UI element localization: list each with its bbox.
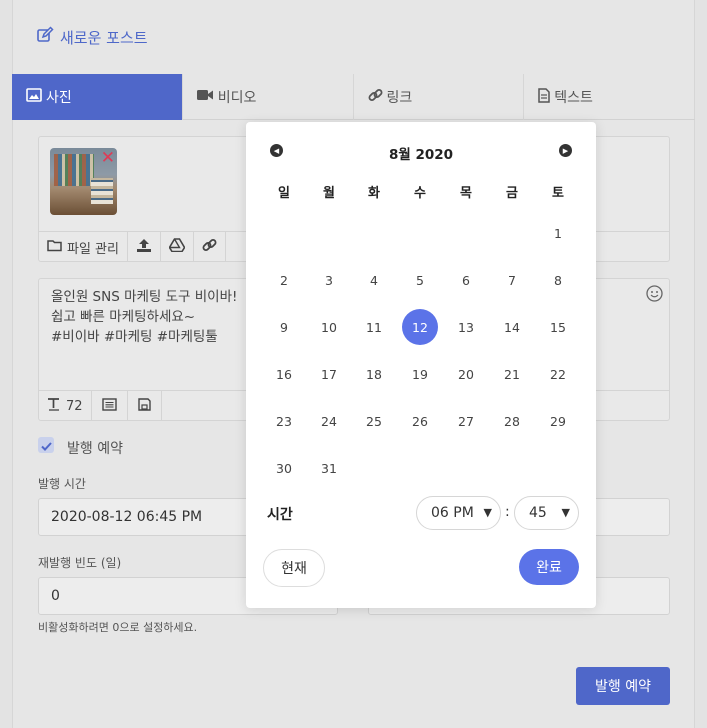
calendar-day[interactable]: 23 <box>266 403 302 439</box>
save-caption-button[interactable] <box>128 391 162 421</box>
chevron-right-icon: ▶ <box>562 146 569 155</box>
tab-label: 사진 <box>46 90 72 106</box>
save-icon <box>137 397 151 415</box>
emoji-icon[interactable] <box>646 285 663 306</box>
weekday-header: 금 <box>506 186 518 201</box>
calendar-day[interactable]: 25 <box>356 403 392 439</box>
time-separator: : <box>505 504 510 520</box>
chevron-down-icon: ▼ <box>483 506 492 519</box>
image-icon <box>26 88 42 106</box>
done-button[interactable]: 완료 <box>519 549 579 585</box>
weekday-header: 화 <box>368 186 380 201</box>
link-icon <box>202 238 217 257</box>
link-icon <box>368 88 383 107</box>
edit-icon <box>36 26 54 48</box>
calendar-day[interactable]: 2 <box>266 262 302 298</box>
tab-video[interactable]: 비디오 <box>183 74 354 120</box>
caption-list-button[interactable] <box>92 391 128 421</box>
weekday-header: 일 <box>278 186 290 201</box>
next-month-button[interactable]: ▶ <box>559 144 572 157</box>
calendar-day[interactable]: 28 <box>494 403 530 439</box>
calendar-day[interactable]: 26 <box>402 403 438 439</box>
folder-icon <box>47 239 63 256</box>
calendar-day[interactable]: 22 <box>540 356 576 392</box>
calendar-day[interactable]: 7 <box>494 262 530 298</box>
thumbnail-books <box>91 178 113 204</box>
time-label: 시간 <box>267 507 293 523</box>
now-button[interactable]: 현재 <box>263 549 325 587</box>
tab-link[interactable]: 링크 <box>354 74 525 120</box>
schedule-checkbox-label: 발행 예약 <box>67 441 123 457</box>
calendar-day[interactable]: 27 <box>448 403 484 439</box>
tab-label: 텍스트 <box>554 90 593 106</box>
calendar-day-selected[interactable]: 12 <box>402 309 438 345</box>
character-count: 72 <box>39 391 92 421</box>
schedule-publish-button[interactable]: 발행 예약 <box>576 667 670 705</box>
calendar-day[interactable]: 1 <box>540 215 576 251</box>
repeat-hint: 비활성화하려면 0으로 설정하세요. <box>38 621 198 634</box>
calendar-day[interactable]: 8 <box>540 262 576 298</box>
minute-select[interactable]: 45 ▼ <box>514 496 579 530</box>
hour-value: 06 PM <box>431 505 474 521</box>
upload-icon <box>136 238 152 257</box>
calendar-day[interactable]: 24 <box>311 403 347 439</box>
thumbnail-shelf <box>54 154 94 186</box>
video-icon <box>196 89 214 105</box>
tab-text[interactable]: 텍스트 <box>524 74 695 120</box>
check-icon <box>40 436 52 455</box>
minute-value: 45 <box>529 505 547 521</box>
delete-icon[interactable]: ✕ <box>101 148 115 168</box>
google-drive-icon <box>168 238 186 256</box>
file-manager-label: 파일 관리 <box>67 241 119 257</box>
post-type-tabs: 사진 비디오 링크 텍스트 <box>12 74 695 120</box>
calendar-day[interactable]: 6 <box>448 262 484 298</box>
caption-input[interactable]: 올인원 SNS 마케팅 도구 비이바! 쉽고 빠른 마케팅하세요~ #비이바 #… <box>51 287 237 347</box>
calendar-day[interactable]: 10 <box>311 309 347 345</box>
weekday-header: 월 <box>323 186 335 201</box>
calendar-day[interactable]: 15 <box>540 309 576 345</box>
repeat-frequency-label: 재발행 빈도 (일) <box>38 556 122 570</box>
calendar-day[interactable]: 3 <box>311 262 347 298</box>
new-post-label: 새로운 포스트 <box>60 28 148 47</box>
chevron-down-icon: ▼ <box>561 506 570 519</box>
calendar-day[interactable]: 4 <box>356 262 392 298</box>
calendar-day[interactable]: 5 <box>402 262 438 298</box>
google-drive-button[interactable] <box>161 232 194 262</box>
calendar-day[interactable]: 29 <box>540 403 576 439</box>
calendar-day[interactable]: 21 <box>494 356 530 392</box>
calendar-day[interactable]: 13 <box>448 309 484 345</box>
photo-thumbnail[interactable]: ✕ <box>50 148 117 215</box>
list-icon <box>101 397 117 415</box>
tab-label: 링크 <box>386 90 413 106</box>
calendar-day[interactable]: 30 <box>266 450 302 486</box>
file-manager-button[interactable]: 파일 관리 <box>39 232 128 262</box>
weekday-header: 수 <box>414 186 426 201</box>
calendar-day[interactable]: 11 <box>356 309 392 345</box>
character-count-value: 72 <box>66 398 83 414</box>
calendar-day[interactable]: 31 <box>311 450 347 486</box>
document-icon <box>538 87 550 107</box>
calendar-day[interactable]: 20 <box>448 356 484 392</box>
date-picker-popup: ◀ 8월 2020 ▶ 일월화수목금토 1 2 3 4 5 6 7 8 9 10 11 12 13 14 1… <box>246 122 596 608</box>
month-title: 8월 2020 <box>388 147 454 163</box>
tab-photo[interactable]: 사진 <box>12 74 183 120</box>
calendar-day[interactable]: 16 <box>266 356 302 392</box>
calendar-day[interactable]: 18 <box>356 356 392 392</box>
upload-button[interactable] <box>128 232 161 262</box>
weekday-header: 토 <box>552 186 564 201</box>
new-post-heading[interactable]: 새로운 포스트 <box>36 26 148 48</box>
tab-label: 비디오 <box>217 90 257 106</box>
hour-select[interactable]: 06 PM ▼ <box>416 496 501 530</box>
calendar-day[interactable]: 17 <box>311 356 347 392</box>
calendar-day[interactable]: 9 <box>266 309 302 345</box>
publish-time-label: 발행 시간 <box>38 477 86 491</box>
calendar-day[interactable]: 19 <box>402 356 438 392</box>
calendar-day[interactable]: 14 <box>494 309 530 345</box>
link-url-button[interactable] <box>194 232 226 262</box>
weekday-header: 목 <box>460 186 472 201</box>
schedule-checkbox[interactable] <box>38 437 54 453</box>
text-height-icon <box>47 397 62 415</box>
